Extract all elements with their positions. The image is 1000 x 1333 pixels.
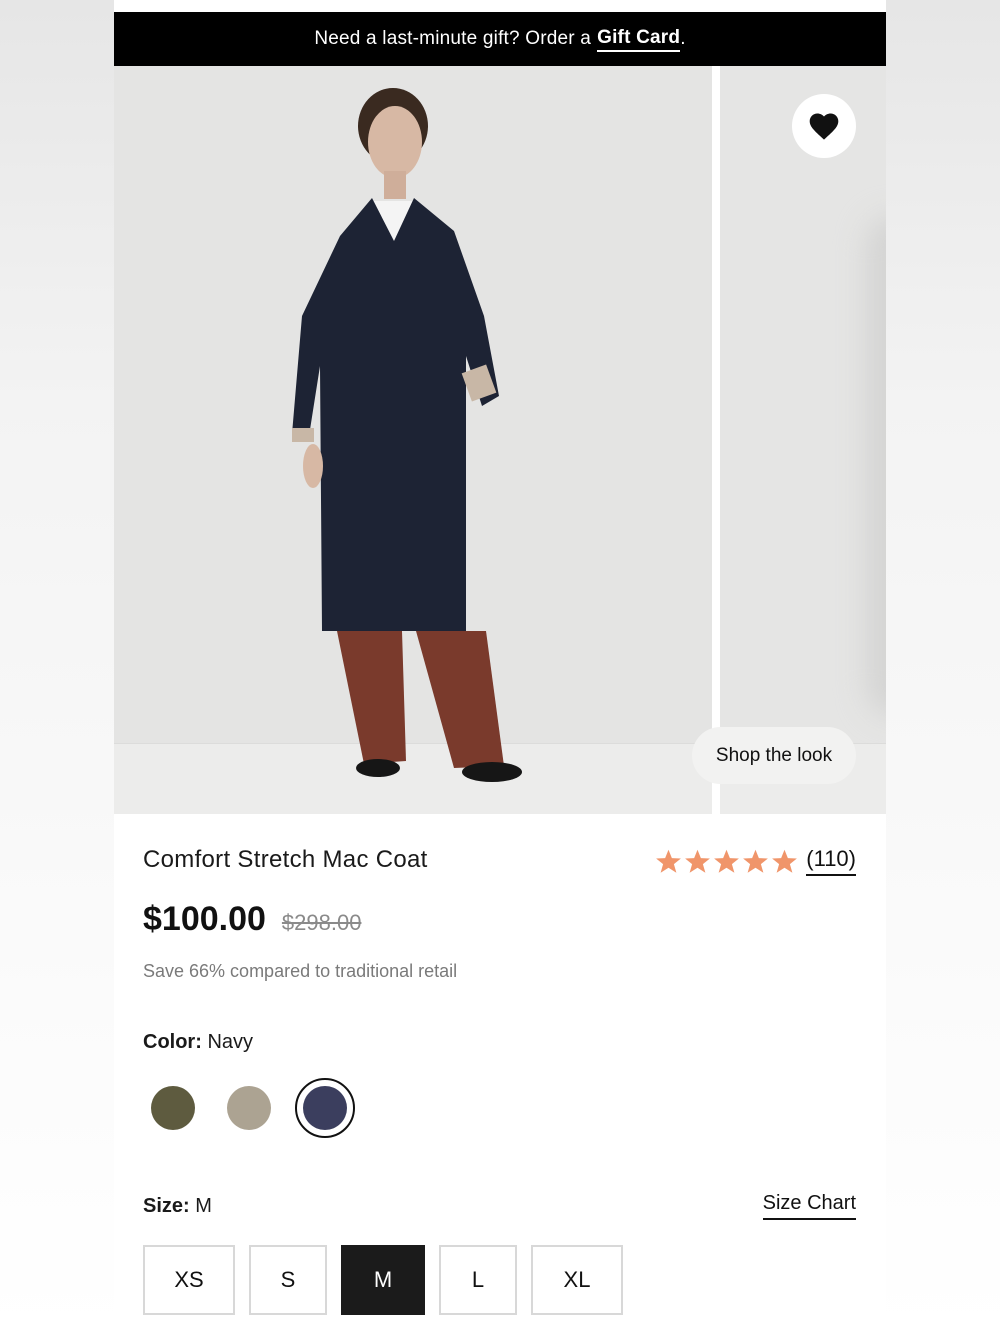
color-swatch-dot	[227, 1086, 271, 1130]
rating-stars	[655, 848, 798, 875]
heart-icon	[809, 113, 839, 140]
product-image-next[interactable]	[720, 66, 886, 814]
size-option-l[interactable]: L	[439, 1245, 517, 1315]
original-price: $298.00	[281, 910, 362, 935]
sale-price: $100.00	[143, 900, 266, 938]
color-swatch-olive[interactable]	[143, 1078, 203, 1138]
product-title: Comfort Stretch Mac Coat	[143, 846, 428, 873]
size-label: Size: M	[143, 1195, 212, 1218]
color-swatch-dot	[303, 1086, 347, 1130]
product-page: Need a last-minute gift? Order a Gift Ca…	[114, 0, 886, 1333]
star-icon	[743, 849, 769, 873]
size-option-m[interactable]: M	[341, 1245, 425, 1315]
next-image-shadow	[866, 216, 886, 716]
size-label-key: Size:	[143, 1195, 190, 1217]
favorite-button[interactable]	[792, 94, 856, 158]
price-row: $100.00 $298.00	[143, 900, 361, 939]
size-option-xl[interactable]: XL	[531, 1245, 623, 1315]
color-swatches	[143, 1078, 371, 1138]
selected-size-value: M	[195, 1195, 212, 1217]
color-swatch-navy[interactable]	[295, 1078, 355, 1138]
star-icon	[656, 849, 682, 873]
size-option-xs[interactable]: XS	[143, 1245, 235, 1315]
promo-banner: Need a last-minute gift? Order a Gift Ca…	[114, 12, 886, 66]
savings-text: Save 66% compared to traditional retail	[143, 961, 458, 981]
selected-color-value: Navy	[207, 1031, 254, 1053]
gift-card-link[interactable]: Gift Card	[597, 27, 681, 52]
color-swatch-dot	[151, 1086, 195, 1130]
size-options: XS S M L XL	[143, 1245, 637, 1315]
promo-suffix: .	[680, 28, 686, 49]
product-image-gallery[interactable]: Shop the look	[114, 66, 886, 814]
product-image-main[interactable]	[114, 66, 712, 814]
color-label: Color: Navy	[143, 1031, 253, 1054]
promo-text: Need a last-minute gift? Order a	[314, 28, 592, 49]
size-chart-link[interactable]: Size Chart	[762, 1192, 856, 1220]
star-icon	[685, 849, 711, 873]
model-illustration	[292, 88, 522, 782]
star-icon	[772, 849, 798, 873]
shop-the-look-button[interactable]: Shop the look	[692, 727, 856, 784]
star-icon	[714, 849, 740, 873]
size-option-s[interactable]: S	[249, 1245, 327, 1315]
review-count-link[interactable]: (110)	[806, 846, 856, 876]
product-rating[interactable]: (110)	[655, 846, 856, 876]
color-swatch-taupe[interactable]	[219, 1078, 279, 1138]
color-label-key: Color:	[143, 1031, 202, 1053]
